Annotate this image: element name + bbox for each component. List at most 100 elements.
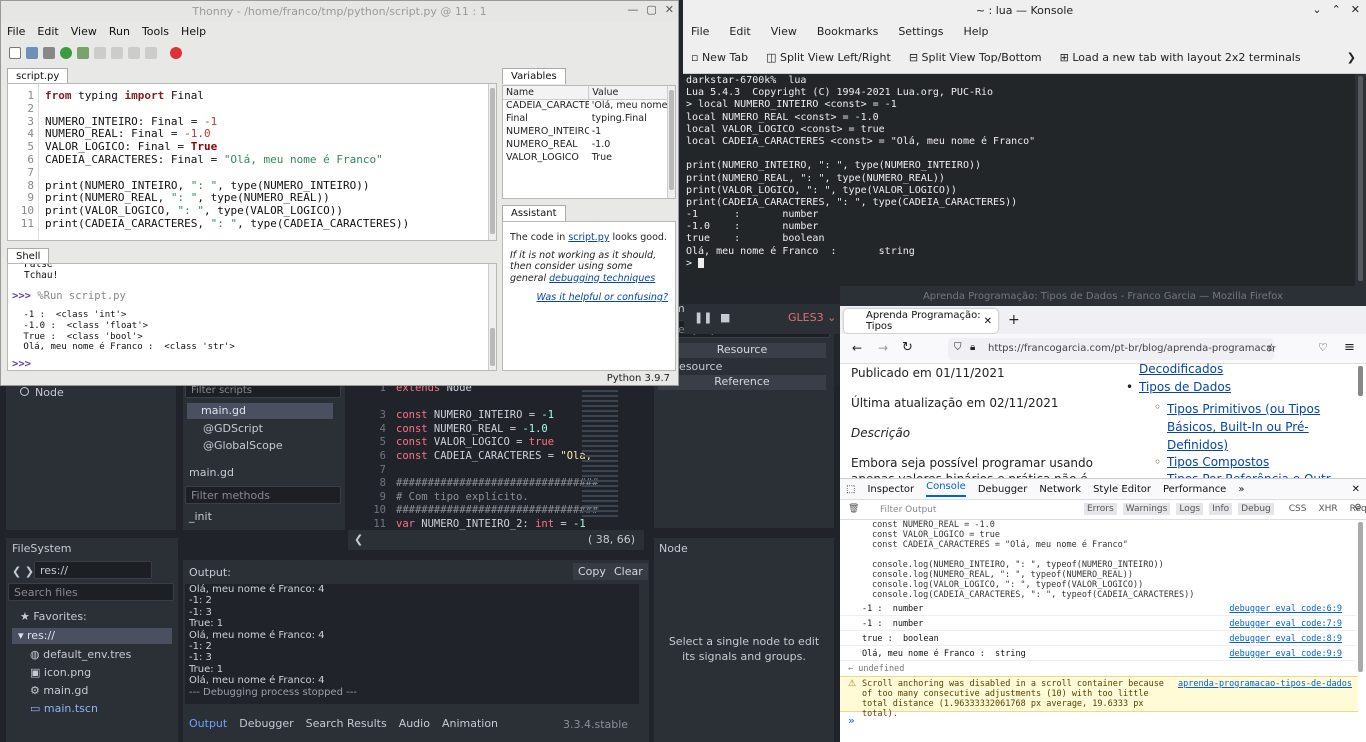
menu-help[interactable]: Help <box>181 25 206 38</box>
variable-row[interactable]: NUMERO_INTEIRO -1 <box>503 125 675 138</box>
tab-animation[interactable]: Animation <box>442 717 498 730</box>
devtools-tab-console[interactable]: Console <box>926 481 966 497</box>
inspector-reference-header[interactable]: Reference <box>658 375 826 390</box>
file-item-main-tscn[interactable]: ▭ main.tscn <box>30 702 98 715</box>
shell-scrollbar[interactable] <box>488 264 496 370</box>
tab-close-icon[interactable]: ✕ <box>984 316 992 327</box>
forward-icon[interactable]: → <box>878 341 888 355</box>
file-item-default-env[interactable]: ◍ default_env.tres <box>30 648 131 661</box>
menu-tools[interactable]: Tools <box>142 25 169 38</box>
tab-assistant[interactable]: Assistant <box>502 205 566 221</box>
method-item-init[interactable]: _init <box>189 510 212 523</box>
filter-output-input[interactable]: Filter Output <box>880 505 936 515</box>
collapse-arrow-icon[interactable]: ❮ <box>354 533 363 546</box>
pause-icon[interactable]: ❚❚ <box>694 311 712 324</box>
back-icon[interactable]: ← <box>852 341 862 355</box>
menu-run[interactable]: Run <box>109 25 130 38</box>
editor-scrollbar[interactable] <box>488 84 496 240</box>
devtools-tab-network[interactable]: Network <box>1039 484 1081 495</box>
konsole-menu-help[interactable]: Help <box>963 25 988 38</box>
script-item-main[interactable]: main.gd <box>187 403 333 419</box>
file-item-res[interactable]: ▾ res:// <box>12 628 172 644</box>
minimize-icon[interactable]: ⌄ <box>1312 3 1321 16</box>
menu-edit[interactable]: Edit <box>37 25 58 38</box>
scene-node-item[interactable]: Node <box>20 386 64 399</box>
clear-button[interactable]: Clear <box>609 563 648 580</box>
path-input[interactable]: res:// <box>34 561 152 579</box>
variable-row[interactable]: Final typing.Final <box>503 112 675 125</box>
konsole-menu-edit[interactable]: Edit <box>729 25 750 38</box>
konsole-menu-bookmarks[interactable]: Bookmarks <box>817 25 878 38</box>
variable-row[interactable]: CADEIA_CARACTE 'Olá, meu nome é <box>503 99 675 112</box>
devtools-close-icon[interactable]: ✕ <box>1352 484 1360 495</box>
devtools-tab-performance[interactable]: Performance <box>1163 484 1226 495</box>
debug-icon[interactable] <box>77 47 89 59</box>
toc-decodificados[interactable]: Decodificados <box>1139 362 1223 376</box>
console-log-source[interactable]: debugger eval code:8:9 <box>1229 634 1342 644</box>
variables-header-name[interactable]: Name <box>503 86 590 100</box>
tab-audio[interactable]: Audio <box>399 717 430 730</box>
page-scrollbar[interactable] <box>1358 366 1363 396</box>
devtools-tab-style-editor[interactable]: Style Editor <box>1093 484 1151 495</box>
konsole-menu-file[interactable]: File <box>691 25 709 38</box>
konsole-menu-settings[interactable]: Settings <box>898 25 943 38</box>
console-filter-xhr[interactable]: XHR <box>1315 503 1340 515</box>
tab-variables[interactable]: Variables <box>502 68 566 84</box>
devtools-more-icon[interactable]: » <box>1238 484 1244 495</box>
tab-search-results[interactable]: Search Results <box>306 717 387 730</box>
maximize-icon[interactable]: ▢ <box>646 3 656 16</box>
menu-icon[interactable]: ≡ <box>1344 340 1355 355</box>
url-bar[interactable]: https://francogarcia.com/pt-br/blog/apre… <box>948 338 1274 360</box>
resume-icon[interactable] <box>145 47 157 59</box>
lock-icon[interactable]: 🔒︎ <box>970 342 975 353</box>
step-out-icon[interactable] <box>128 47 140 59</box>
variable-row[interactable]: NUMERO_REAL -1.0 <box>503 138 675 151</box>
console-settings-icon[interactable]: ⚙ <box>1354 503 1362 513</box>
file-item-icon[interactable]: ▣ icon.png <box>30 666 91 679</box>
new-tab-button[interactable]: ▫ New Tab <box>691 51 748 64</box>
firefox-tab[interactable]: Aprenda Programação: Tipos ✕ <box>844 309 998 333</box>
minimize-icon[interactable]: — <box>627 3 638 16</box>
gles-selector[interactable]: GLES3 ⌄ <box>788 311 836 324</box>
assistant-script-link[interactable]: script.py <box>568 232 609 243</box>
load-layout-button[interactable]: ⊞ Load a new tab with layout 2x2 termina… <box>1060 51 1301 64</box>
terminal-output[interactable]: darkstar-6700k% lua Lua 5.4.3 Copyright (… <box>683 74 1355 286</box>
save-icon[interactable] <box>43 47 55 59</box>
variables-scrollbar[interactable] <box>667 86 675 198</box>
console-input-prompt[interactable]: » <box>848 715 855 726</box>
editor-pane[interactable]: 1 2 3 4 5 6 7 8 9 10 11 from typing impo… <box>7 83 497 241</box>
assistant-helpful-link[interactable]: Was it helpful or confusing? <box>510 292 668 304</box>
tab-script-py[interactable]: script.py <box>7 68 69 84</box>
tab-output[interactable]: Output <box>189 717 227 730</box>
console-filter-info[interactable]: Info <box>1209 503 1233 515</box>
toolbar-overflow-icon[interactable]: ❯ <box>1347 51 1356 64</box>
maximize-icon[interactable]: ⌃ <box>1332 3 1341 16</box>
console-log-source[interactable]: debugger eval code:6:9 <box>1229 604 1342 614</box>
godot-code-editor[interactable]: 1 3 4 5 6 7 8 9 10 11 extends Node const… <box>348 382 644 550</box>
new-tab-icon[interactable]: + <box>1008 312 1020 328</box>
trash-icon[interactable]: 🗑︎ <box>848 504 859 514</box>
variable-row[interactable]: VALOR_LOGICO True <box>503 151 675 164</box>
pick-element-icon[interactable]: ⬚ <box>846 484 855 495</box>
step-into-icon[interactable] <box>111 47 123 59</box>
close-icon[interactable]: ✕ <box>1351 3 1360 16</box>
search-files-input[interactable]: Search files <box>8 583 174 601</box>
node-tab[interactable]: Node <box>659 542 688 555</box>
close-icon[interactable]: ✕ <box>665 3 674 16</box>
shell-pane[interactable]: False Tchau! >>> %Run script.py -1 : <cl… <box>7 263 497 371</box>
console-filter-css[interactable]: CSS <box>1286 503 1310 515</box>
tab-shell[interactable]: Shell <box>7 248 50 264</box>
new-file-icon[interactable] <box>9 47 21 59</box>
console-filter-errors[interactable]: Errors <box>1084 503 1117 515</box>
devtools-tab-debugger[interactable]: Debugger <box>978 484 1028 495</box>
inspector-resource-header[interactable]: Resource <box>658 343 826 358</box>
toc-tipos-compostos[interactable]: Tipos Compostos <box>1167 455 1269 469</box>
script-item-globalscope[interactable]: @GlobalScope <box>203 439 283 452</box>
bookmark-star-icon[interactable]: ☆ <box>1266 341 1277 355</box>
run-icon[interactable] <box>60 47 72 59</box>
shield-icon[interactable]: ⛉ <box>954 342 962 353</box>
menu-view[interactable]: View <box>71 25 97 38</box>
stop-icon[interactable]: ■ <box>720 311 730 324</box>
toc-tipos-primitivos[interactable]: Tipos Primitivos (ou Tipos Básicos, Buil… <box>1167 400 1337 454</box>
menu-file[interactable]: File <box>7 25 25 38</box>
